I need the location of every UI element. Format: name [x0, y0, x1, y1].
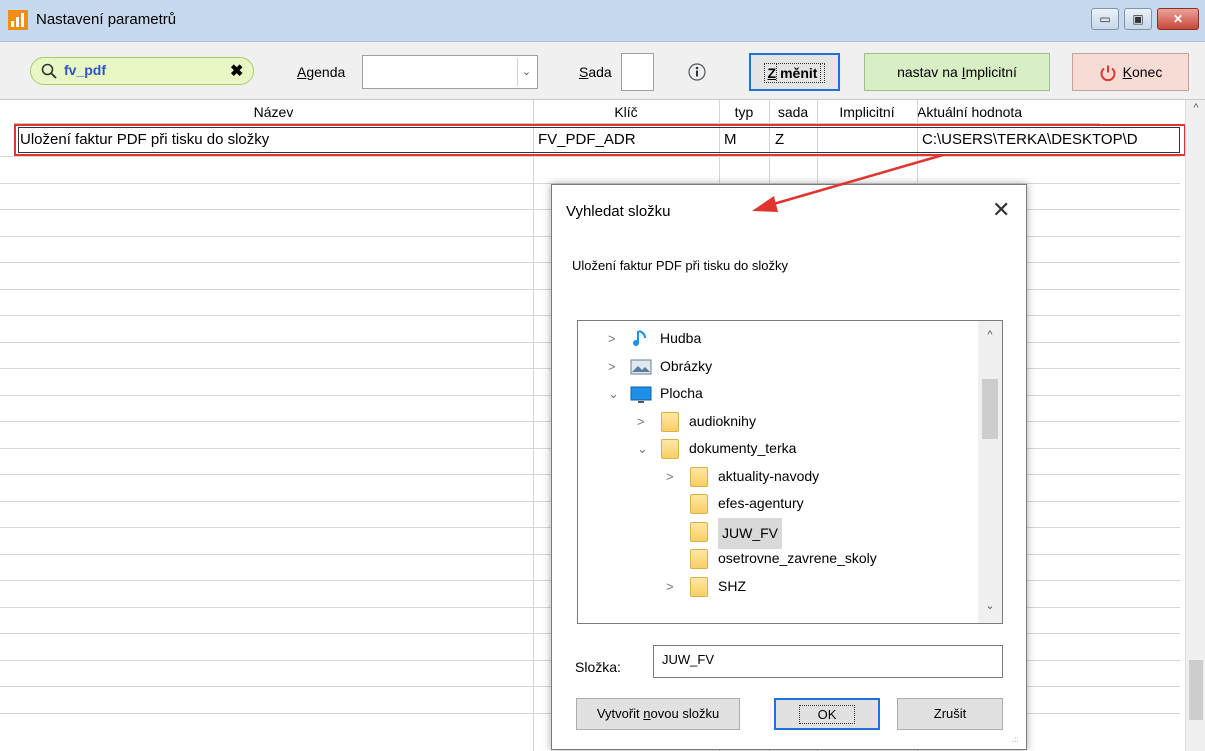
- folder-label: Složka:: [575, 659, 621, 675]
- tree-item-label: JUW_FV: [718, 517, 782, 549]
- agenda-label: Agenda: [297, 64, 346, 80]
- agenda-select[interactable]: ⌄: [362, 55, 538, 89]
- tree-item[interactable]: ⌄ Plocha: [578, 380, 976, 407]
- close-button[interactable]: ✕: [1157, 8, 1199, 30]
- folder-icon: [690, 466, 708, 487]
- dialog-title: Vyhledat složku: [566, 203, 671, 220]
- chevron-right-icon[interactable]: >: [666, 573, 674, 600]
- browse-folder-dialog: Vyhledat složku ✕ Uložení faktur PDF při…: [551, 184, 1027, 750]
- new-folder-button[interactable]: Vytvořit novou složku: [576, 698, 740, 730]
- scroll-thumb[interactable]: [1189, 660, 1203, 720]
- minimize-button[interactable]: ▭: [1091, 8, 1119, 30]
- scroll-down-icon[interactable]: ⌄: [978, 599, 1002, 612]
- window-title: Nastavení parametrů: [36, 11, 177, 28]
- tree-item[interactable]: > SHZ: [578, 573, 976, 600]
- cell-typ: M: [724, 131, 737, 148]
- sada-input[interactable]: [621, 53, 654, 91]
- pictures-icon: [630, 359, 652, 374]
- tree-item-label: dokumenty_terka: [689, 440, 797, 456]
- tree-item[interactable]: osetrovne_zavrene_skoly: [578, 545, 976, 572]
- row-divider: [0, 156, 1180, 157]
- cell-sada: Z: [775, 131, 785, 148]
- chevron-down-icon[interactable]: ⌄: [637, 435, 648, 462]
- ok-button[interactable]: OK: [774, 698, 880, 730]
- tree-item[interactable]: > Obrázky: [578, 353, 976, 380]
- chevron-down-icon[interactable]: ⌄: [517, 58, 535, 86]
- tree-item-label: efes-agentury: [718, 495, 804, 511]
- column-header-nazev[interactable]: Název: [14, 100, 533, 124]
- search-icon: [41, 63, 57, 79]
- tree-scroll-thumb[interactable]: [982, 379, 998, 439]
- resize-grip-icon[interactable]: .::: [1012, 735, 1019, 744]
- tree-scrollbar[interactable]: ^ ⌄: [978, 321, 1002, 623]
- chevron-right-icon[interactable]: >: [608, 325, 616, 352]
- tree-item[interactable]: > Hudba: [578, 325, 976, 352]
- power-icon: [1100, 65, 1116, 82]
- clear-icon[interactable]: ✖: [230, 61, 243, 81]
- folder-input[interactable]: JUW_FV: [653, 645, 1003, 678]
- column-header-klic[interactable]: Klíč: [533, 100, 719, 124]
- column-header-hodnota[interactable]: Aktuální hodnota: [917, 100, 1100, 124]
- grid-scrollbar[interactable]: ^: [1185, 100, 1205, 751]
- maximize-button[interactable]: ▣: [1124, 8, 1152, 30]
- tree-item-label: osetrovne_zavrene_skoly: [718, 550, 877, 566]
- cell-klic: FV_PDF_ADR: [538, 131, 636, 148]
- sada-label: Sada: [579, 64, 612, 80]
- tree-item-label: SHZ: [718, 577, 746, 594]
- app-icon: [8, 10, 28, 30]
- chevron-down-icon[interactable]: ⌄: [608, 380, 619, 407]
- end-button[interactable]: Konec: [1072, 53, 1189, 91]
- change-button[interactable]: Změnit: [749, 53, 840, 91]
- cell-hodnota: C:\USERS\TERKA\DESKTOP\D: [922, 131, 1138, 148]
- info-icon[interactable]: [688, 63, 706, 81]
- tree-item-label: Hudba: [660, 330, 702, 346]
- folder-icon: [661, 411, 679, 432]
- folder-icon: [661, 439, 679, 459]
- cancel-button[interactable]: Zrušit: [897, 698, 1003, 730]
- chevron-right-icon[interactable]: >: [637, 408, 645, 435]
- tree-item-label: Obrázky: [660, 357, 713, 374]
- dialog-close-icon[interactable]: ✕: [992, 197, 1010, 223]
- tree-item[interactable]: > audioknihy: [578, 408, 976, 435]
- tree-item-label: Plocha: [660, 385, 703, 401]
- folder-tree[interactable]: > Hudba > Obrázky ⌄ Plocha > audioknihy ⌄ dokumen…: [577, 320, 1003, 624]
- search-value: fv_pdf: [64, 62, 106, 78]
- title-bar: Nastavení parametrů ▭ ▣ ✕: [0, 0, 1205, 42]
- tree-item[interactable]: JUW_FV: [578, 517, 976, 549]
- chevron-right-icon[interactable]: >: [608, 353, 616, 380]
- tree-item[interactable]: ⌄ dokumenty_terka: [578, 435, 976, 462]
- scroll-up-icon[interactable]: ^: [978, 329, 1002, 341]
- folder-icon: [690, 494, 708, 514]
- column-header-typ[interactable]: typ: [719, 100, 769, 124]
- dialog-description: Uložení faktur PDF při tisku do složky: [572, 258, 789, 273]
- folder-icon: [690, 576, 708, 597]
- column-header-implicitni[interactable]: Implicitní: [817, 100, 917, 124]
- music-icon: [633, 330, 646, 347]
- chevron-right-icon[interactable]: >: [666, 463, 674, 490]
- scroll-up-icon[interactable]: ^: [1186, 102, 1205, 114]
- folder-icon: [690, 521, 708, 542]
- desktop-icon: [630, 386, 652, 403]
- tree-item[interactable]: efes-agentury: [578, 490, 976, 517]
- toolbar: fv_pdf ✖ Agenda ⌄ Sada Změnit nastav na …: [0, 42, 1205, 100]
- cell-nazev: Uložení faktur PDF při tisku do složky: [20, 131, 270, 148]
- tree-item-label: audioknihy: [689, 412, 756, 429]
- search-input[interactable]: fv_pdf ✖: [30, 57, 254, 85]
- set-implicit-button[interactable]: nastav na Implicitní: [864, 53, 1050, 91]
- folder-icon: [690, 549, 708, 569]
- tree-item[interactable]: > aktuality-navody: [578, 463, 976, 490]
- tree-item-label: aktuality-navody: [718, 467, 820, 484]
- column-header-sada[interactable]: sada: [769, 100, 817, 124]
